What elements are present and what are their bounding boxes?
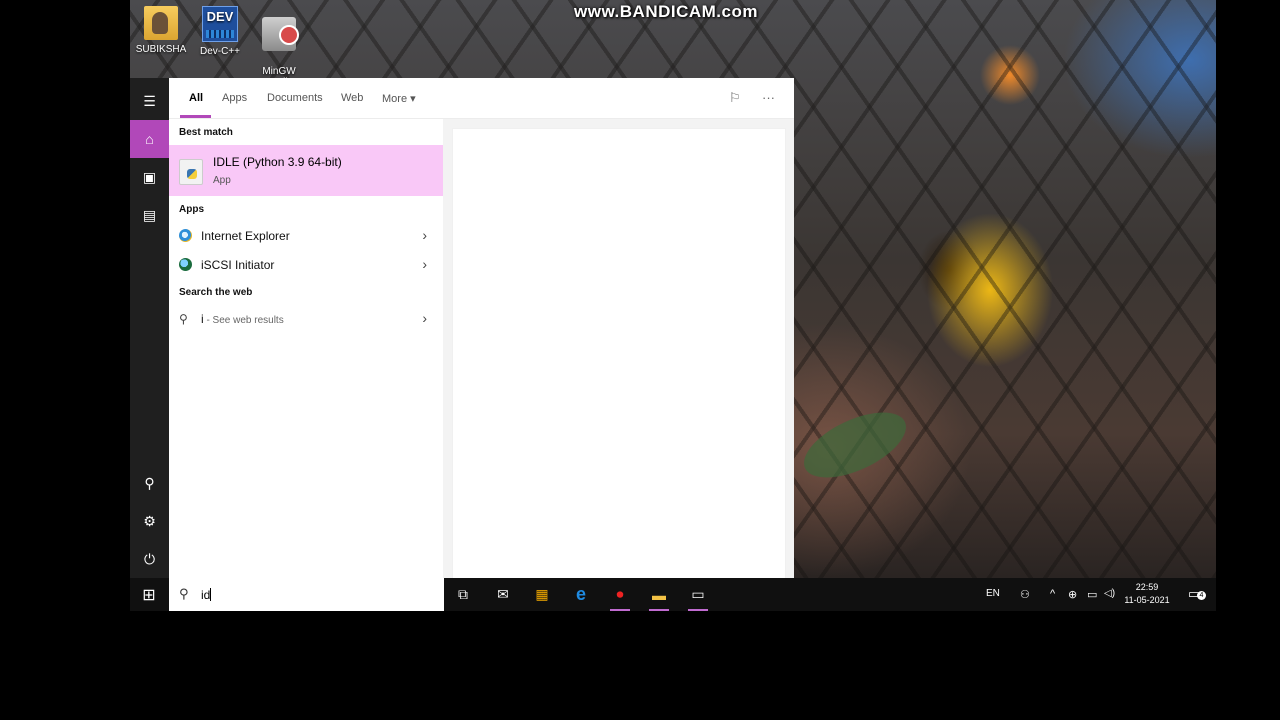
chevron-right-icon[interactable]: › [422,256,427,272]
search-tabs: All Apps Documents Web More ▾ ⚐ ··· [169,78,794,119]
people-icon[interactable]: ⚇ [1020,588,1030,601]
terminal-icon: ▭ [691,586,705,602]
task-view-icon: ⧉ [458,586,468,602]
search-web-heading: Search the web [179,287,253,298]
notification-count-badge: 4 [1197,591,1206,600]
internet-explorer-icon [179,229,192,242]
best-match-heading: Best match [179,127,233,138]
edge-icon: e [575,584,586,604]
apps-heading: Apps [179,204,204,215]
documents-icon: ▣ [142,168,157,185]
web-result[interactable]: ⚲ i - See web results › [169,305,443,332]
network-icon[interactable]: ⊕ [1068,588,1077,601]
app-result-iscsi-initiator[interactable]: iSCSI Initiator › [169,251,443,278]
tab-web[interactable]: Web [341,92,363,104]
home-icon: ⌂ [145,131,154,147]
tab-more[interactable]: More ▾ [382,92,416,105]
settings-button[interactable]: ⚙ [130,502,169,540]
bandicam-watermark: www.BANDICAM.com [574,2,758,21]
app-result-label: Internet Explorer [201,229,290,243]
active-tab-indicator [180,115,211,118]
edge-button[interactable]: e [562,578,600,611]
settings-icon: ⚙ [143,512,156,529]
iscsi-initiator-icon [179,258,192,271]
clock-date: 11-05-2021 [1124,595,1170,605]
devcpp-icon: DEV [202,6,238,42]
user-folder-icon [144,6,178,40]
search-panel: All Apps Documents Web More ▾ ⚐ ··· Best… [169,78,794,578]
power-icon: ⏻ [143,550,156,567]
pictures-button[interactable]: ▤ [130,196,169,234]
more-options-icon[interactable]: ··· [762,90,775,105]
mail-icon: ✉ [497,586,509,602]
search-query: id [201,588,212,602]
file-explorer-button[interactable]: ▬ [640,578,678,611]
best-match-title: IDLE (Python 3.9 64-bit) [213,155,342,169]
search-icon: ⚲ [179,312,188,326]
idle-python-icon [179,159,203,185]
clock-time: 22:59 [1135,582,1159,592]
desktop-icon-devcpp[interactable]: DEV Dev-C++ [189,4,251,57]
power-button[interactable]: ⏻ [130,540,169,578]
feedback-icon[interactable]: ⚐ [729,90,741,106]
desktop-icon-label: SUBIKSHA [135,44,187,55]
show-hidden-icons-icon[interactable]: ^ [1050,588,1055,600]
text-caret [210,588,212,601]
taskbar: ⊞ ⚲ id ⧉ ✉ ▦ e ⏺ ▬ ▭ EN ⚇ ^ ⊕ ▭ ◁) 22:59… [130,578,1216,611]
task-view-button[interactable]: ⧉ [444,578,482,611]
bandicam-button[interactable]: ⏺ [601,578,639,611]
search-icon: ⚲ [179,586,189,601]
desktop-icon-label: Dev-C++ [199,46,240,57]
hamburger-menu-icon: ☰ [143,92,156,109]
file-explorer-icon: ▬ [652,586,666,603]
home-button[interactable]: ⌂ [130,120,169,158]
windows-icon: ⊞ [142,586,156,604]
volume-icon[interactable]: ◁) [1104,588,1115,599]
battery-icon[interactable]: ▭ [1087,588,1097,601]
documents-button[interactable]: ▣ [130,158,169,196]
app-result-label: iSCSI Initiator [201,258,275,272]
account-button[interactable]: ⚲ [130,464,169,502]
search-results: Best match IDLE (Python 3.9 64-bit) App … [169,119,443,578]
mingw-installer-icon [262,17,299,51]
desktop-icon-subiksha[interactable]: SUBIKSHA [130,4,192,55]
tab-all[interactable]: All [189,92,203,104]
tab-documents[interactable]: Documents [267,92,323,104]
chevron-right-icon[interactable]: › [422,227,427,243]
app-result-internet-explorer[interactable]: Internet Explorer › [169,222,443,249]
search-input[interactable]: ⚲ id [169,578,444,611]
preview-pane [453,129,785,578]
bandicam-record-icon: ⏺ [616,586,624,602]
store-icon: ▦ [535,586,549,602]
clock[interactable]: 22:59 11-05-2021 [1120,581,1174,607]
best-match-subtitle: App [213,175,231,186]
mail-button[interactable]: ✉ [484,578,522,611]
language-indicator[interactable]: EN [986,588,1000,599]
web-result-label: i - See web results [201,312,284,326]
account-icon: ⚲ [144,474,155,491]
hamburger-menu-button[interactable]: ☰ [130,82,169,120]
chevron-right-icon[interactable]: › [422,310,427,326]
start-button[interactable]: ⊞ [130,578,168,611]
start-menu-rail: ☰ ⌂ ▣ ▤ ⚲ ⚙ ⏻ [130,78,169,578]
store-button[interactable]: ▦ [523,578,561,611]
terminal-button[interactable]: ▭ [679,578,717,611]
pictures-icon: ▤ [142,206,157,223]
tab-apps[interactable]: Apps [222,92,247,104]
best-match-item[interactable]: IDLE (Python 3.9 64-bit) App [169,145,443,196]
